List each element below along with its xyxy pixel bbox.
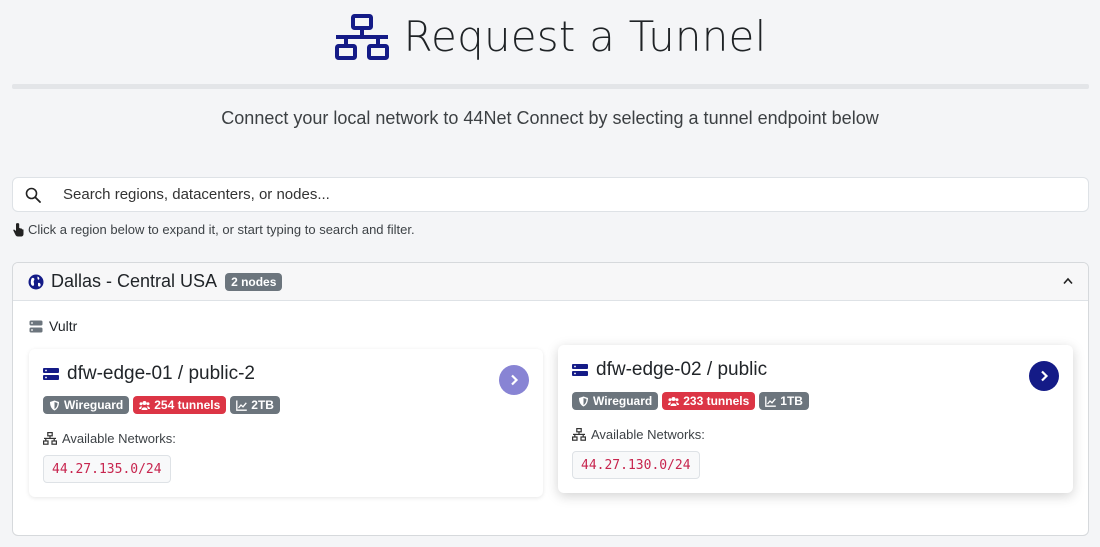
search-icon — [25, 187, 41, 203]
page: Request a Tunnel Connect your local netw… — [0, 0, 1100, 547]
server-icon — [572, 364, 588, 376]
select-node-button[interactable] — [499, 365, 529, 395]
page-subtitle: Connect your local network to 44Net Conn… — [221, 108, 879, 128]
bandwidth-badge: 2TB — [230, 396, 280, 414]
network-cidr: 44.27.130.0/24 — [572, 451, 700, 479]
search-box[interactable] — [12, 177, 1089, 212]
node-card[interactable]: dfw-edge-02 / public Wireguard 233 tunne… — [558, 345, 1073, 493]
region-header[interactable]: Dallas - Central USA 2 nodes — [13, 263, 1088, 301]
chevron-up-icon[interactable] — [1062, 275, 1074, 287]
server-stack-icon — [29, 320, 43, 332]
region-name: Dallas - Central USA — [51, 271, 218, 291]
page-header: Request a Tunnel — [0, 12, 1100, 61]
search-hint-text: Click a region below to expand it, or st… — [28, 222, 415, 237]
select-node-button[interactable] — [1029, 361, 1059, 391]
protocol-badge: Wireguard — [572, 392, 659, 410]
region-card: Dallas - Central USA 2 nodes Vultr dfw-e… — [12, 262, 1089, 536]
line-chart-icon — [236, 400, 248, 411]
search-hint: Click a region below to expand it, or st… — [12, 222, 415, 237]
header-divider — [12, 84, 1089, 89]
node-title: dfw-edge-01 / public-2 — [43, 363, 255, 385]
network-cidr: 44.27.135.0/24 — [43, 455, 171, 483]
node-name: dfw-edge-01 / public-2 — [67, 363, 255, 384]
protocol-badge: Wireguard — [43, 396, 130, 414]
pointer-hand-icon — [13, 222, 24, 236]
node-card[interactable]: dfw-edge-01 / public-2 Wireguard 254 tun… — [29, 349, 543, 497]
node-count-badge: 2 nodes — [225, 272, 283, 291]
tunnels-badge: 254 tunnels — [133, 396, 227, 414]
shield-icon — [50, 400, 59, 410]
line-chart-icon — [765, 396, 777, 407]
chevron-right-icon — [511, 374, 519, 386]
node-title: dfw-edge-02 / public — [572, 359, 767, 381]
network-icon — [572, 428, 586, 441]
provider-label: Vultr — [29, 318, 77, 334]
node-badges: Wireguard 233 tunnels 1TB — [572, 392, 809, 410]
search-input[interactable] — [63, 186, 1088, 203]
shield-icon — [579, 396, 588, 406]
users-icon — [139, 400, 151, 410]
network-icon — [43, 432, 57, 445]
page-title: Request a Tunnel — [403, 12, 767, 61]
networks-label: Available Networks: — [572, 427, 705, 442]
bandwidth-badge: 1TB — [759, 392, 809, 410]
node-name: dfw-edge-02 / public — [596, 359, 768, 380]
node-badges: Wireguard 254 tunnels 2TB — [43, 396, 280, 414]
provider-name: Vultr — [49, 318, 78, 334]
globe-icon — [28, 274, 44, 289]
chevron-right-icon — [1041, 370, 1049, 382]
tunnels-badge: 233 tunnels — [662, 392, 756, 410]
server-icon — [43, 368, 59, 380]
network-icon — [334, 13, 389, 60]
networks-label: Available Networks: — [43, 431, 176, 446]
users-icon — [668, 396, 680, 406]
